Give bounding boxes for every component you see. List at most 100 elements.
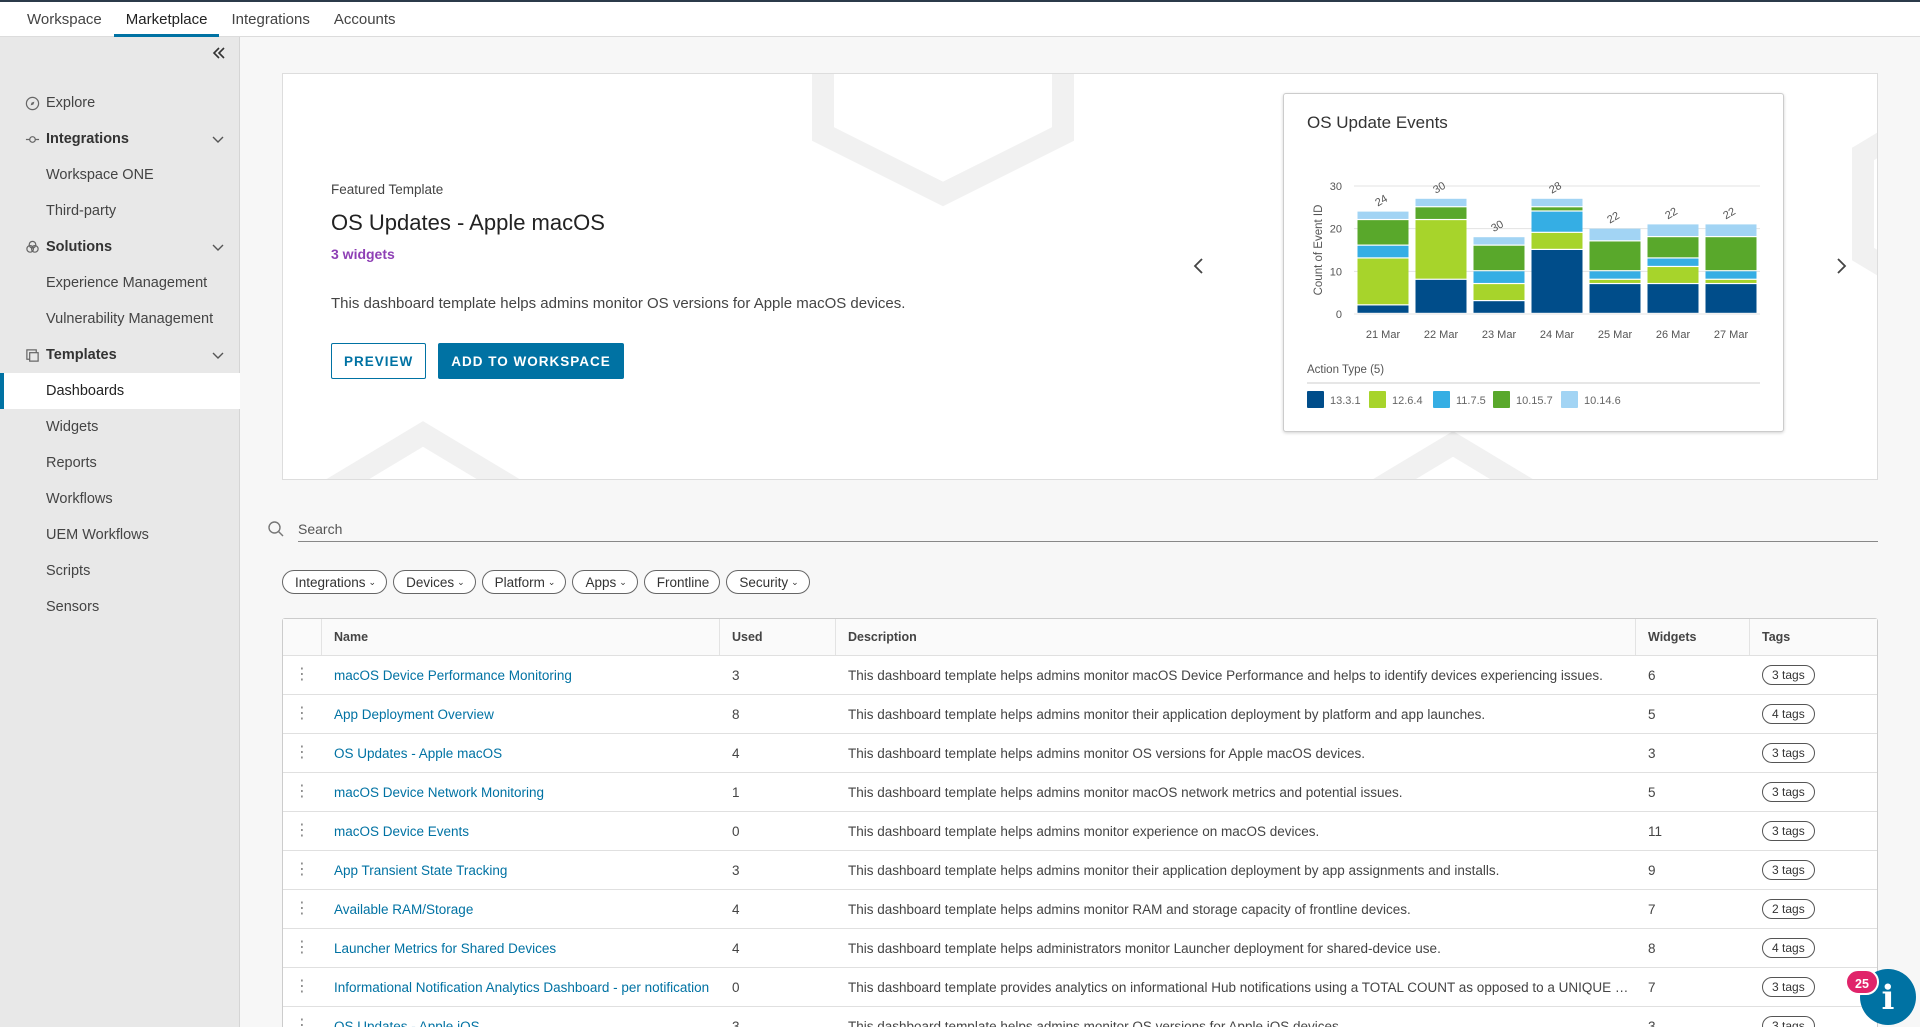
filter-integrations[interactable]: Integrations ⌄ <box>282 570 388 594</box>
bar-segment <box>1647 284 1699 313</box>
row-actions[interactable]: ⋮ <box>283 823 321 839</box>
kebab-menu-icon[interactable]: ⋮ <box>294 940 310 956</box>
tags-button[interactable]: 4 tags <box>1762 704 1815 724</box>
tags-button[interactable]: 3 tags <box>1762 743 1815 763</box>
sidebar-section-templates[interactable]: Templates <box>0 337 240 373</box>
filter-label: Platform <box>494 574 545 590</box>
tags-button[interactable]: 4 tags <box>1762 938 1815 958</box>
template-link[interactable]: App Transient State Tracking <box>334 863 507 878</box>
kebab-menu-icon[interactable]: ⋮ <box>294 784 310 800</box>
carousel-prev-icon[interactable] <box>1187 254 1211 278</box>
tab-marketplace[interactable]: Marketplace <box>113 2 220 37</box>
column-header-description[interactable]: Description <box>835 619 1635 655</box>
sidebar-section-integrations[interactable]: Integrations <box>0 121 240 157</box>
sidebar-item-third-party[interactable]: Third-party <box>0 193 240 229</box>
tab-accounts[interactable]: Accounts <box>322 2 408 37</box>
sidebar-item-uem-workflows[interactable]: UEM Workflows <box>0 517 240 553</box>
row-actions[interactable]: ⋮ <box>283 745 321 761</box>
template-link[interactable]: macOS Device Events <box>334 824 469 839</box>
row-actions[interactable]: ⋮ <box>283 979 321 995</box>
sidebar-item-workspace-one[interactable]: Workspace ONE <box>0 157 240 193</box>
kebab-menu-icon[interactable]: ⋮ <box>294 901 310 917</box>
sidebar-item-reports[interactable]: Reports <box>0 445 240 481</box>
tags-button[interactable]: 3 tags <box>1762 821 1815 841</box>
sidebar-item-experience-management[interactable]: Experience Management <box>0 265 240 301</box>
cell-tags: 4 tags <box>1749 695 1877 733</box>
cell-description: This dashboard template helps admins mon… <box>835 1007 1635 1027</box>
tags-button[interactable]: 3 tags <box>1762 1016 1815 1027</box>
main-content: Featured Template OS Updates - Apple mac… <box>240 37 1920 1027</box>
chevron-down-icon[interactable] <box>210 131 226 147</box>
column-header-tags[interactable]: Tags <box>1749 619 1877 655</box>
filter-platform[interactable]: Platform ⌄ <box>481 570 567 594</box>
kebab-menu-icon[interactable]: ⋮ <box>294 1018 310 1027</box>
sidebar-item-widgets[interactable]: Widgets <box>0 409 240 445</box>
cell-name: OS Updates - Apple macOS <box>321 734 719 772</box>
sidebar-item-explore[interactable]: Explore <box>0 85 240 121</box>
search-input[interactable] <box>298 516 1878 542</box>
template-link[interactable]: macOS Device Network Monitoring <box>334 785 544 800</box>
template-link[interactable]: Launcher Metrics for Shared Devices <box>334 941 556 956</box>
filter-label: Apps <box>585 574 617 590</box>
carousel-next-icon[interactable] <box>1829 254 1853 278</box>
bar-segment <box>1357 245 1409 258</box>
tags-button[interactable]: 3 tags <box>1762 665 1815 685</box>
row-actions[interactable]: ⋮ <box>283 667 321 683</box>
template-link[interactable]: Available RAM/Storage <box>334 902 473 917</box>
kebab-menu-icon[interactable]: ⋮ <box>294 823 310 839</box>
preview-button[interactable]: PREVIEW <box>331 343 427 379</box>
kebab-menu-icon[interactable]: ⋮ <box>294 667 310 683</box>
kebab-menu-icon[interactable]: ⋮ <box>294 706 310 722</box>
template-link[interactable]: OS Updates - Apple macOS <box>334 746 502 761</box>
cell-name: Available RAM/Storage <box>321 890 719 928</box>
tab-integrations[interactable]: Integrations <box>219 2 321 37</box>
template-link[interactable]: Informational Notification Analytics Das… <box>334 980 709 995</box>
description-text: This dashboard template helps admins mon… <box>848 1018 1343 1027</box>
sidebar-item-workflows[interactable]: Workflows <box>0 481 240 517</box>
kebab-menu-icon[interactable]: ⋮ <box>294 745 310 761</box>
cell-tags: 2 tags <box>1749 890 1877 928</box>
row-actions[interactable]: ⋮ <box>283 706 321 722</box>
row-actions[interactable]: ⋮ <box>283 940 321 956</box>
row-actions[interactable]: ⋮ <box>283 901 321 917</box>
sidebar-item-dashboards[interactable]: Dashboards <box>0 373 240 409</box>
tags-button[interactable]: 3 tags <box>1762 782 1815 802</box>
row-actions[interactable]: ⋮ <box>283 784 321 800</box>
tab-workspace[interactable]: Workspace <box>15 2 114 37</box>
bar-segment <box>1705 271 1757 279</box>
stacked-bar-chart: 0 10 20 30 Count of Event ID 21 Mar 24 22 Mar 30… <box>1307 180 1760 408</box>
template-link[interactable]: macOS Device Performance Monitoring <box>334 668 572 683</box>
legend-label: 12.6.4 <box>1392 395 1423 407</box>
tags-button[interactable]: 2 tags <box>1762 899 1815 919</box>
collapse-sidebar-icon[interactable] <box>209 45 229 65</box>
chevron-down-icon[interactable] <box>210 239 226 255</box>
filter-frontline[interactable]: Frontline <box>643 570 721 594</box>
row-actions[interactable]: ⋮ <box>283 1018 321 1027</box>
filter-security[interactable]: Security ⌄ <box>726 570 810 594</box>
cell-name: Informational Notification Analytics Das… <box>321 968 719 1006</box>
template-link[interactable]: OS Updates - Apple iOS <box>334 1019 480 1027</box>
sidebar-section-solutions[interactable]: Solutions <box>0 229 240 265</box>
add-to-workspace-button[interactable]: ADD TO WORKSPACE <box>438 343 624 379</box>
sidebar-item-sensors[interactable]: Sensors <box>0 589 240 625</box>
x-tick-label: 24 Mar <box>1540 329 1575 341</box>
sidebar-item-vulnerability-management[interactable]: Vulnerability Management <box>0 301 240 337</box>
kebab-menu-icon[interactable]: ⋮ <box>294 862 310 878</box>
filter-devices[interactable]: Devices ⌄ <box>393 570 476 594</box>
template-link[interactable]: App Deployment Overview <box>334 707 494 722</box>
tags-button[interactable]: 3 tags <box>1762 977 1815 997</box>
notification-badge: 25 <box>1845 969 1879 995</box>
sidebar-item-scripts[interactable]: Scripts <box>0 553 240 589</box>
cell-widgets: 3 <box>1648 745 1656 761</box>
chevron-down-icon: ⌄ <box>547 576 556 587</box>
tags-button[interactable]: 3 tags <box>1762 860 1815 880</box>
chevron-down-icon[interactable] <box>210 347 226 363</box>
kebab-menu-icon[interactable]: ⋮ <box>294 979 310 995</box>
column-header-name[interactable]: Name <box>321 619 719 655</box>
filter-apps[interactable]: Apps ⌄ <box>572 570 638 594</box>
column-header-widgets[interactable]: Widgets <box>1635 619 1749 655</box>
column-header-used[interactable]: Used <box>719 619 835 655</box>
row-actions[interactable]: ⋮ <box>283 862 321 878</box>
cell-used: 3 <box>732 862 740 878</box>
cell-widgets: 9 <box>1648 862 1656 878</box>
